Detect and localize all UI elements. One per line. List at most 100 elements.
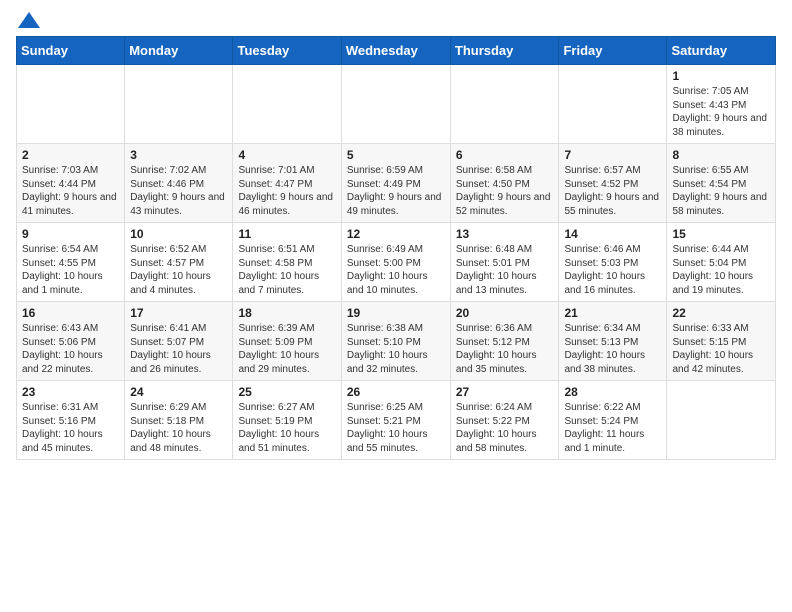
day-number: 6	[456, 148, 554, 162]
day-number: 22	[672, 306, 770, 320]
calendar-cell	[341, 65, 450, 144]
day-info: Sunrise: 6:22 AM Sunset: 5:24 PM Dayligh…	[564, 401, 661, 455]
calendar-cell	[450, 65, 559, 144]
header	[16, 16, 776, 28]
calendar-cell: 24 Sunrise: 6:29 AM Sunset: 5:18 PM Dayli…	[125, 381, 233, 460]
day-info: Sunrise: 6:43 AM Sunset: 5:06 PM Dayligh…	[22, 322, 119, 376]
day-number: 19	[347, 306, 445, 320]
day-number: 15	[672, 227, 770, 241]
day-number: 14	[564, 227, 661, 241]
day-number: 18	[238, 306, 335, 320]
calendar-cell: 20 Sunrise: 6:36 AM Sunset: 5:12 PM Dayli…	[450, 302, 559, 381]
day-number: 28	[564, 385, 661, 399]
day-info: Sunrise: 6:52 AM Sunset: 4:57 PM Dayligh…	[130, 243, 227, 297]
day-number: 10	[130, 227, 227, 241]
day-info: Sunrise: 6:48 AM Sunset: 5:01 PM Dayligh…	[456, 243, 554, 297]
calendar-cell: 15 Sunrise: 6:44 AM Sunset: 5:04 PM Dayli…	[667, 223, 776, 302]
day-info: Sunrise: 6:44 AM Sunset: 5:04 PM Dayligh…	[672, 243, 770, 297]
day-number: 12	[347, 227, 445, 241]
calendar-week-5: 23 Sunrise: 6:31 AM Sunset: 5:16 PM Dayli…	[17, 381, 776, 460]
weekday-header-sunday: Sunday	[17, 37, 125, 65]
day-info: Sunrise: 7:05 AM Sunset: 4:43 PM Dayligh…	[672, 85, 770, 139]
day-info: Sunrise: 6:25 AM Sunset: 5:21 PM Dayligh…	[347, 401, 445, 455]
day-info: Sunrise: 6:31 AM Sunset: 5:16 PM Dayligh…	[22, 401, 119, 455]
day-info: Sunrise: 6:27 AM Sunset: 5:19 PM Dayligh…	[238, 401, 335, 455]
calendar-week-1: 1 Sunrise: 7:05 AM Sunset: 4:43 PM Daylig…	[17, 65, 776, 144]
day-info: Sunrise: 6:38 AM Sunset: 5:10 PM Dayligh…	[347, 322, 445, 376]
calendar-cell: 12 Sunrise: 6:49 AM Sunset: 5:00 PM Dayli…	[341, 223, 450, 302]
calendar-table: SundayMondayTuesdayWednesdayThursdayFrid…	[16, 36, 776, 460]
day-number: 20	[456, 306, 554, 320]
day-info: Sunrise: 6:58 AM Sunset: 4:50 PM Dayligh…	[456, 164, 554, 218]
day-number: 26	[347, 385, 445, 399]
calendar-cell: 4 Sunrise: 7:01 AM Sunset: 4:47 PM Daylig…	[233, 144, 341, 223]
day-number: 8	[672, 148, 770, 162]
day-info: Sunrise: 6:39 AM Sunset: 5:09 PM Dayligh…	[238, 322, 335, 376]
day-number: 21	[564, 306, 661, 320]
day-number: 25	[238, 385, 335, 399]
day-number: 23	[22, 385, 119, 399]
day-number: 17	[130, 306, 227, 320]
calendar-cell: 26 Sunrise: 6:25 AM Sunset: 5:21 PM Dayli…	[341, 381, 450, 460]
calendar-cell: 23 Sunrise: 6:31 AM Sunset: 5:16 PM Dayli…	[17, 381, 125, 460]
day-info: Sunrise: 7:02 AM Sunset: 4:46 PM Dayligh…	[130, 164, 227, 218]
day-info: Sunrise: 6:55 AM Sunset: 4:54 PM Dayligh…	[672, 164, 770, 218]
day-number: 2	[22, 148, 119, 162]
day-info: Sunrise: 7:01 AM Sunset: 4:47 PM Dayligh…	[238, 164, 335, 218]
calendar-cell: 3 Sunrise: 7:02 AM Sunset: 4:46 PM Daylig…	[125, 144, 233, 223]
calendar-cell: 25 Sunrise: 6:27 AM Sunset: 5:19 PM Dayli…	[233, 381, 341, 460]
day-number: 1	[672, 69, 770, 83]
day-info: Sunrise: 6:34 AM Sunset: 5:13 PM Dayligh…	[564, 322, 661, 376]
day-number: 24	[130, 385, 227, 399]
day-number: 13	[456, 227, 554, 241]
day-info: Sunrise: 6:57 AM Sunset: 4:52 PM Dayligh…	[564, 164, 661, 218]
calendar-week-3: 9Sunrise: 6:54 AM Sunset: 4:55 PM Daylig…	[17, 223, 776, 302]
weekday-header-tuesday: Tuesday	[233, 37, 341, 65]
calendar-cell: 13 Sunrise: 6:48 AM Sunset: 5:01 PM Dayli…	[450, 223, 559, 302]
day-number: 4	[238, 148, 335, 162]
calendar-cell: 7 Sunrise: 6:57 AM Sunset: 4:52 PM Daylig…	[559, 144, 667, 223]
calendar-cell: 27 Sunrise: 6:24 AM Sunset: 5:22 PM Dayli…	[450, 381, 559, 460]
calendar-cell: 21 Sunrise: 6:34 AM Sunset: 5:13 PM Dayli…	[559, 302, 667, 381]
calendar-cell: 14 Sunrise: 6:46 AM Sunset: 5:03 PM Dayli…	[559, 223, 667, 302]
calendar-cell: 8 Sunrise: 6:55 AM Sunset: 4:54 PM Daylig…	[667, 144, 776, 223]
calendar-cell: 9Sunrise: 6:54 AM Sunset: 4:55 PM Daylig…	[17, 223, 125, 302]
day-number: 3	[130, 148, 227, 162]
calendar-cell	[667, 381, 776, 460]
day-info: Sunrise: 6:46 AM Sunset: 5:03 PM Dayligh…	[564, 243, 661, 297]
weekday-header-monday: Monday	[125, 37, 233, 65]
calendar-cell: 11Sunrise: 6:51 AM Sunset: 4:58 PM Dayli…	[233, 223, 341, 302]
day-info: Sunrise: 6:54 AM Sunset: 4:55 PM Dayligh…	[22, 243, 119, 297]
calendar-cell: 28 Sunrise: 6:22 AM Sunset: 5:24 PM Dayli…	[559, 381, 667, 460]
day-info: Sunrise: 7:03 AM Sunset: 4:44 PM Dayligh…	[22, 164, 119, 218]
day-info: Sunrise: 6:29 AM Sunset: 5:18 PM Dayligh…	[130, 401, 227, 455]
weekday-header-friday: Friday	[559, 37, 667, 65]
day-number: 7	[564, 148, 661, 162]
calendar-cell: 16 Sunrise: 6:43 AM Sunset: 5:06 PM Dayli…	[17, 302, 125, 381]
day-number: 16	[22, 306, 119, 320]
day-number: 11	[238, 227, 335, 241]
weekday-header-thursday: Thursday	[450, 37, 559, 65]
calendar-cell: 17 Sunrise: 6:41 AM Sunset: 5:07 PM Dayli…	[125, 302, 233, 381]
calendar-week-2: 2 Sunrise: 7:03 AM Sunset: 4:44 PM Daylig…	[17, 144, 776, 223]
calendar-cell: 10 Sunrise: 6:52 AM Sunset: 4:57 PM Dayli…	[125, 223, 233, 302]
day-info: Sunrise: 6:41 AM Sunset: 5:07 PM Dayligh…	[130, 322, 227, 376]
calendar-cell	[125, 65, 233, 144]
weekday-header-saturday: Saturday	[667, 37, 776, 65]
day-info: Sunrise: 6:24 AM Sunset: 5:22 PM Dayligh…	[456, 401, 554, 455]
calendar-cell: 19 Sunrise: 6:38 AM Sunset: 5:10 PM Dayli…	[341, 302, 450, 381]
calendar-cell	[559, 65, 667, 144]
calendar-cell: 18 Sunrise: 6:39 AM Sunset: 5:09 PM Dayli…	[233, 302, 341, 381]
day-info: Sunrise: 6:36 AM Sunset: 5:12 PM Dayligh…	[456, 322, 554, 376]
calendar-cell	[17, 65, 125, 144]
calendar-cell: 6 Sunrise: 6:58 AM Sunset: 4:50 PM Daylig…	[450, 144, 559, 223]
day-number: 27	[456, 385, 554, 399]
day-number: 5	[347, 148, 445, 162]
calendar-cell: 2 Sunrise: 7:03 AM Sunset: 4:44 PM Daylig…	[17, 144, 125, 223]
logo-icon	[18, 12, 40, 28]
calendar-week-4: 16 Sunrise: 6:43 AM Sunset: 5:06 PM Dayli…	[17, 302, 776, 381]
day-info: Sunrise: 6:59 AM Sunset: 4:49 PM Dayligh…	[347, 164, 445, 218]
day-info: Sunrise: 6:49 AM Sunset: 5:00 PM Dayligh…	[347, 243, 445, 297]
calendar-header-row: SundayMondayTuesdayWednesdayThursdayFrid…	[17, 37, 776, 65]
weekday-header-wednesday: Wednesday	[341, 37, 450, 65]
